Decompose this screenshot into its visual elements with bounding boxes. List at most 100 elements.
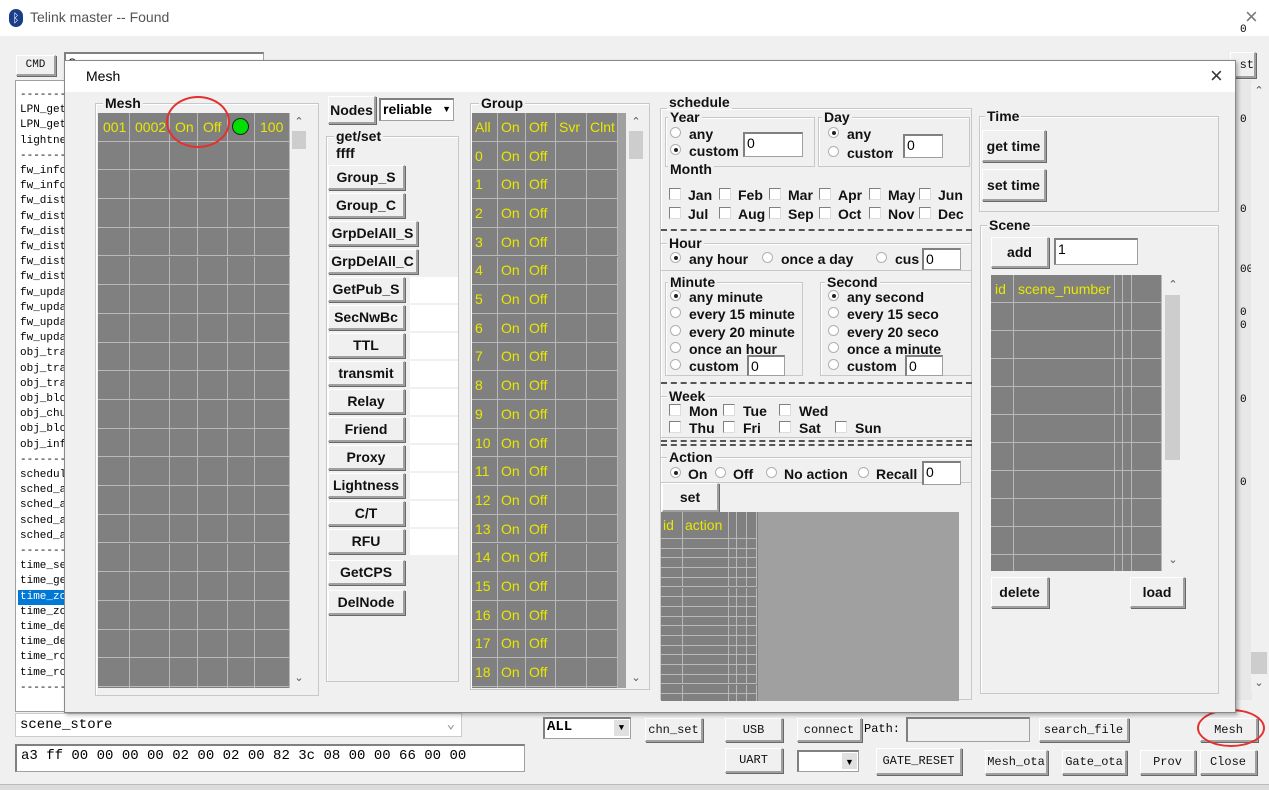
scene-load-button[interactable]: load — [1130, 577, 1185, 608]
mesh-grid-cell[interactable] — [198, 227, 228, 257]
action-table-cell[interactable] — [661, 694, 683, 701]
mesh-grid-cell[interactable] — [198, 687, 228, 688]
group-cell[interactable] — [587, 428, 618, 458]
lightness-button[interactable]: Lightness — [328, 473, 405, 498]
group-cell[interactable] — [556, 313, 587, 343]
getpub-s-button[interactable]: GetPub_S — [328, 277, 405, 302]
group-cell[interactable] — [587, 342, 618, 372]
action-table-cell[interactable] — [683, 597, 729, 607]
scene-table-cell[interactable] — [1115, 387, 1123, 415]
group-cell[interactable]: 18 — [472, 658, 498, 687]
scene-delete-button[interactable]: delete — [991, 577, 1049, 608]
group-cell[interactable]: 7 — [472, 342, 498, 372]
mesh-grid-cell[interactable] — [170, 256, 198, 286]
action-table-cell[interactable] — [661, 577, 683, 588]
scroll-down-icon[interactable]: ⌄ — [626, 671, 646, 684]
group-header-cell[interactable]: Off — [526, 113, 556, 142]
group-cell[interactable]: Off — [526, 572, 556, 601]
scene-table-cell[interactable] — [1115, 275, 1123, 303]
mesh-grid-cell[interactable] — [255, 170, 290, 200]
group-cell[interactable] — [587, 256, 618, 286]
action-table-cell[interactable] — [737, 645, 747, 656]
group-cell[interactable]: On — [498, 543, 526, 573]
mesh-grid-cell[interactable] — [130, 658, 170, 687]
group-cell[interactable] — [587, 371, 618, 400]
action-table-cell[interactable] — [737, 665, 747, 675]
minute-option-radio[interactable] — [670, 290, 681, 301]
month-dec-checkbox[interactable] — [919, 207, 931, 219]
mesh-grid-cell[interactable] — [98, 371, 130, 400]
set-time-button[interactable]: set time — [982, 169, 1046, 201]
mesh-grid-cell[interactable] — [130, 600, 170, 630]
mesh-grid-cell[interactable] — [98, 572, 130, 601]
group-cell[interactable] — [556, 227, 587, 257]
scene-table-cell[interactable] — [1123, 387, 1132, 415]
action-table-cell[interactable] — [737, 626, 747, 636]
group-cell[interactable] — [587, 141, 618, 171]
minute-input[interactable]: 0 — [747, 355, 785, 376]
mesh-grid-cell[interactable] — [228, 687, 255, 688]
mesh-grid-cell[interactable] — [130, 285, 170, 314]
group-cell[interactable] — [556, 572, 587, 601]
group-cell[interactable]: Off — [526, 170, 556, 200]
mesh-grid-cell[interactable] — [198, 457, 228, 487]
mesh-node-grid[interactable]: 001 0002 On Off 100 — [98, 113, 290, 688]
getset-value-field[interactable] — [410, 501, 458, 527]
group-cell[interactable] — [556, 543, 587, 573]
group-cell[interactable]: Off — [526, 199, 556, 228]
year-custom-radio[interactable] — [670, 144, 681, 155]
scroll-up-icon[interactable]: ⌃ — [626, 115, 646, 128]
group-cell[interactable] — [556, 428, 587, 458]
action-table-cell[interactable] — [729, 568, 737, 578]
mesh-grid-cell[interactable] — [228, 514, 255, 544]
group-cell[interactable]: On — [498, 400, 526, 429]
action-table-cell[interactable] — [747, 694, 757, 701]
group-cell[interactable]: On — [498, 658, 526, 687]
scene-table-cell[interactable] — [1014, 303, 1115, 331]
group-cell[interactable]: 19 — [472, 687, 498, 688]
action-table-cell[interactable] — [737, 694, 747, 701]
group-cell[interactable]: Off — [526, 543, 556, 573]
getset-value-field[interactable] — [410, 277, 458, 303]
group-cell[interactable]: 17 — [472, 629, 498, 659]
mesh-grid-cell[interactable] — [198, 170, 228, 200]
action-table-cell[interactable] — [683, 626, 729, 636]
mesh-grid-cell[interactable] — [130, 256, 170, 286]
action-table-cell[interactable] — [737, 674, 747, 685]
scene-table-cell[interactable] — [1132, 443, 1162, 471]
mesh-grid-cell[interactable] — [228, 486, 255, 515]
group-cell[interactable]: Off — [526, 514, 556, 544]
mesh-grid-cell[interactable] — [255, 285, 290, 314]
proxy-button[interactable]: Proxy — [328, 445, 405, 470]
action-table-cell[interactable] — [737, 616, 747, 627]
mesh-grid-cell[interactable] — [130, 400, 170, 429]
scene-table-cell[interactable] — [991, 555, 1014, 571]
action-table-cell[interactable] — [747, 684, 757, 695]
group-cell[interactable]: 8 — [472, 371, 498, 400]
group-cell[interactable]: Off — [526, 687, 556, 688]
getcps-button[interactable]: GetCPS — [328, 560, 405, 585]
action-table-cell[interactable] — [683, 587, 729, 598]
transmit-button[interactable]: transmit — [328, 361, 405, 386]
scene-table-cell[interactable] — [1115, 359, 1123, 387]
mesh-grid-cell[interactable] — [170, 227, 198, 257]
mesh-grid-cell[interactable] — [255, 141, 290, 171]
day-custom-radio[interactable] — [828, 146, 839, 157]
group-cell[interactable] — [587, 514, 618, 544]
group-cell[interactable]: 15 — [472, 572, 498, 601]
group-cell[interactable] — [556, 600, 587, 630]
action-table-cell[interactable] — [661, 684, 683, 695]
mesh-grid-cell[interactable] — [170, 285, 198, 314]
mesh-grid-cell[interactable] — [198, 371, 228, 400]
group-cell[interactable]: Off — [526, 141, 556, 171]
scene-table-cell[interactable] — [991, 443, 1014, 471]
mesh-grid-cell[interactable] — [228, 313, 255, 343]
mesh-grid-cell[interactable] — [198, 342, 228, 372]
mesh-grid-cell[interactable] — [98, 629, 130, 659]
action-table-cell[interactable] — [737, 548, 747, 559]
group-cell[interactable]: Off — [526, 629, 556, 659]
scene-table-cell[interactable] — [1123, 471, 1132, 499]
second-option-radio[interactable] — [828, 324, 839, 336]
mesh-grid-cell[interactable] — [255, 486, 290, 515]
group-cell[interactable] — [587, 457, 618, 487]
